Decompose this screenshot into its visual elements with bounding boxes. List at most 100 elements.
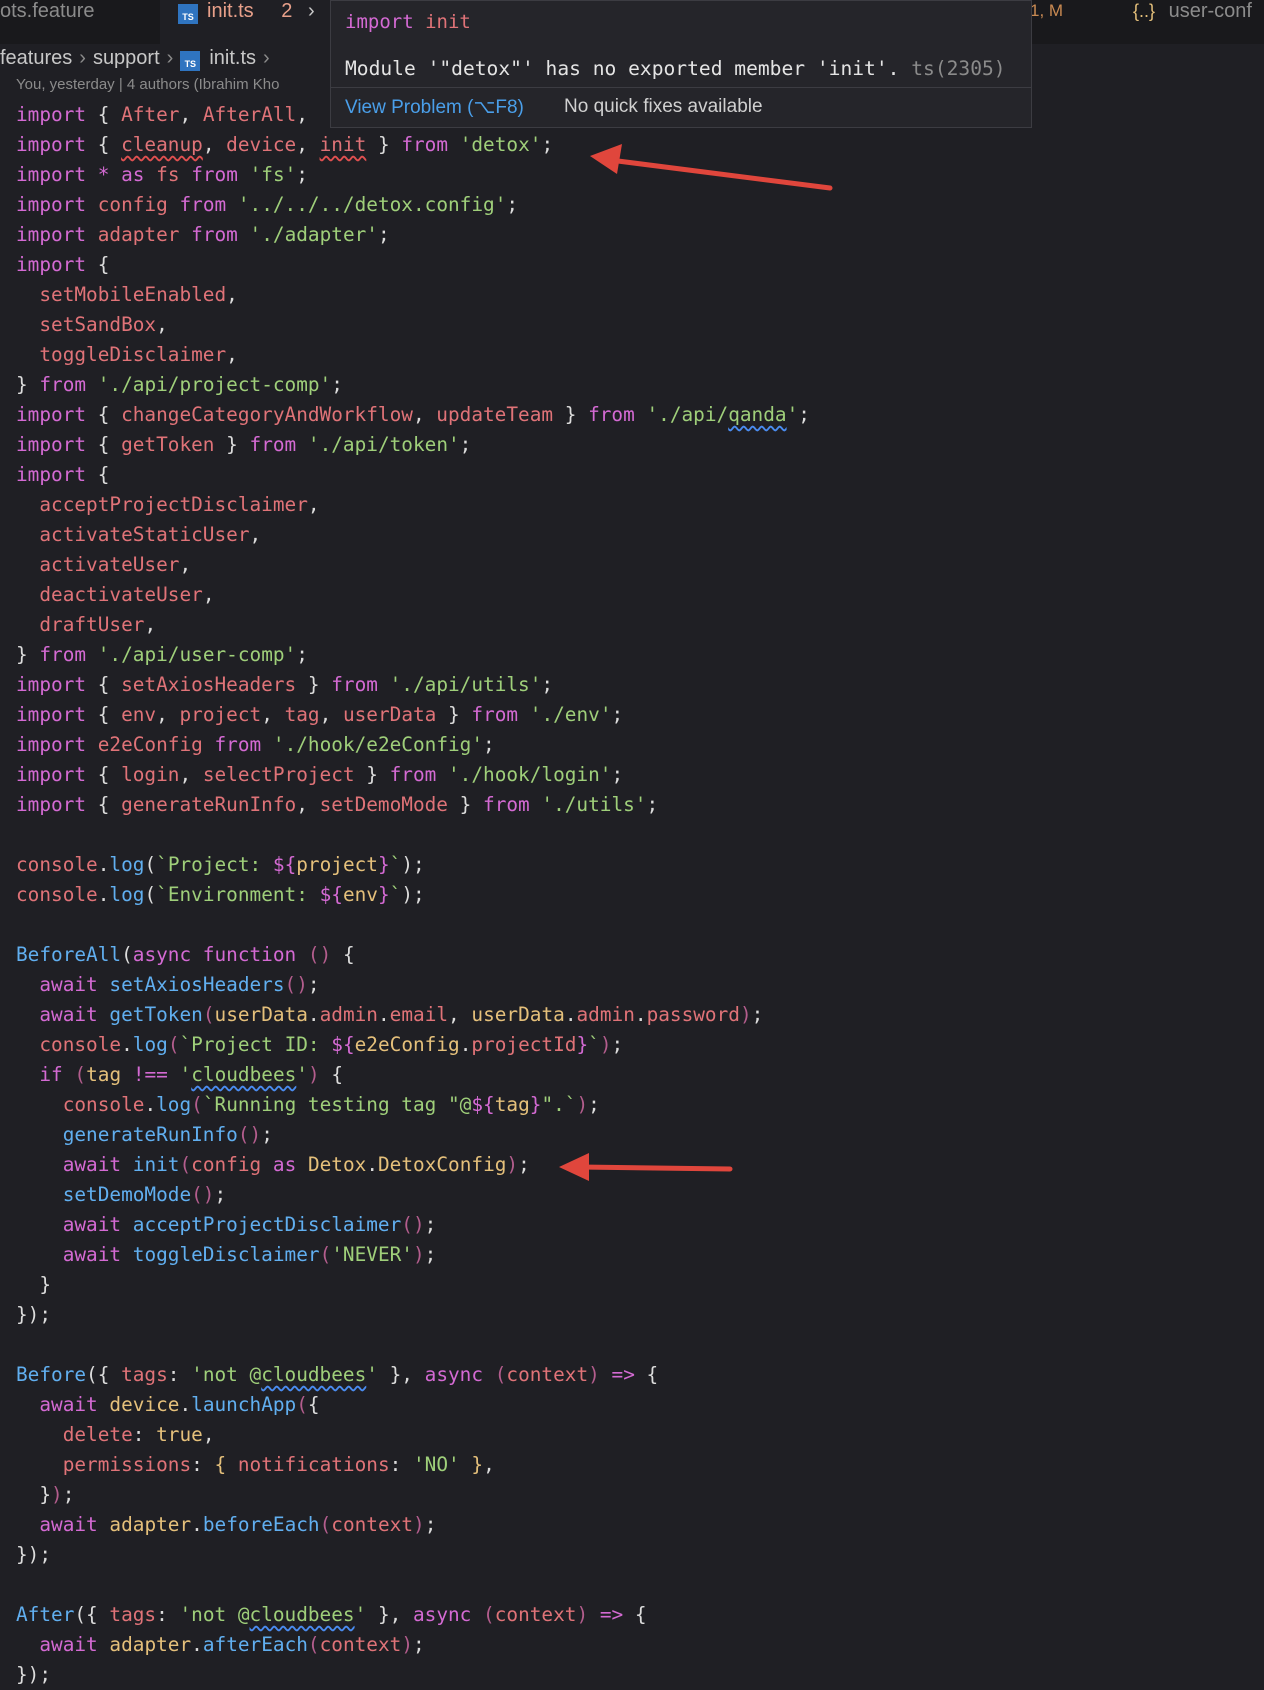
punctuation-token: . — [459, 1033, 472, 1056]
punctuation-token — [16, 313, 39, 336]
punctuation-token — [471, 1603, 483, 1626]
code-line[interactable]: await init(config as Detox.DetoxConfig); — [16, 1150, 810, 1180]
error-code[interactable]: ts(2305) — [911, 57, 1005, 80]
punctuation-token: ( — [144, 853, 157, 876]
identifier-token: permissions — [62, 1453, 192, 1476]
code-line[interactable]: import { changeCategoryAndWorkflow, upda… — [16, 400, 810, 430]
breadcrumb-item-features[interactable]: features — [0, 47, 72, 69]
code-line[interactable]: import adapter from './adapter'; — [16, 220, 810, 250]
tab-status-indicator[interactable]: 1, M — [1030, 0, 1070, 44]
punctuation-token: } — [16, 643, 40, 666]
code-line[interactable]: setMobileEnabled, — [16, 280, 810, 310]
code-line[interactable]: console.log(`Project ID: ${e2eConfig.pro… — [16, 1030, 810, 1060]
punctuation-token — [261, 1153, 273, 1176]
breadcrumb-item-init-ts[interactable]: init.ts — [209, 47, 256, 69]
keyword-token: import — [16, 793, 87, 816]
punctuation-token: }); — [16, 1303, 52, 1326]
code-line[interactable]: }); — [16, 1660, 810, 1690]
code-line[interactable]: await adapter.afterEach(context); — [16, 1630, 810, 1660]
punctuation-token: , — [156, 313, 168, 336]
bracket-token: ) — [307, 1063, 320, 1086]
code-line[interactable]: activateUser, — [16, 550, 810, 580]
code-line[interactable]: import { cleanup, device, init } from 'd… — [16, 130, 810, 160]
code-line[interactable]: await acceptProjectDisclaimer(); — [16, 1210, 810, 1240]
tab-init-ts[interactable]: TS init.ts 2 › — [160, 0, 330, 44]
code-line[interactable] — [16, 820, 810, 850]
punctuation-token: , — [296, 103, 308, 126]
code-line[interactable]: setSandBox, — [16, 310, 810, 340]
code-line[interactable]: console.log(`Environment: ${env}`); — [16, 880, 810, 910]
bracket-token: ) — [51, 1483, 63, 1506]
code-line[interactable] — [16, 910, 810, 940]
code-line[interactable]: await getToken(userData.admin.email, use… — [16, 1000, 810, 1030]
punctuation-token — [436, 763, 448, 786]
code-line[interactable]: import * as fs from 'fs'; — [16, 160, 810, 190]
code-line[interactable]: activateStaticUser, — [16, 520, 810, 550]
code-line[interactable]: console.log(`Running testing tag "@${tag… — [16, 1090, 810, 1120]
punctuation-token — [16, 343, 39, 366]
code-line[interactable]: if (tag !== 'cloudbees') { — [16, 1060, 810, 1090]
code-line[interactable]: setDemoMode(); — [16, 1180, 810, 1210]
punctuation-token: }, — [366, 1603, 413, 1626]
code-line[interactable]: deactivateUser, — [16, 580, 810, 610]
code-line[interactable]: } — [16, 1270, 810, 1300]
punctuation-token: : — [389, 1453, 413, 1476]
punctuation-token — [238, 223, 250, 246]
code-line[interactable]: import config from '../../../detox.confi… — [16, 190, 810, 220]
code-line[interactable]: After({ tags: 'not @cloudbees' }, async … — [16, 1600, 810, 1630]
code-line[interactable]: import { setAxiosHeaders } from './api/u… — [16, 670, 810, 700]
punctuation-token: : — [191, 1453, 215, 1476]
keyword-token: import — [16, 133, 87, 156]
view-problem-link[interactable]: View Problem (⌥F8) — [345, 96, 524, 119]
git-blame-codelens[interactable]: You, yesterday | 4 authors (Ibrahim Kho — [16, 76, 330, 93]
code-line[interactable]: }); — [16, 1540, 810, 1570]
function-token: generateRunInfo — [62, 1123, 238, 1146]
code-line[interactable]: permissions: { notifications: 'NO' }, — [16, 1450, 810, 1480]
identifier-token: context — [506, 1363, 589, 1386]
code-line[interactable]: }); — [16, 1480, 810, 1510]
code-line[interactable]: import { generateRunInfo, setDemoMode } … — [16, 790, 810, 820]
code-line[interactable] — [16, 1570, 810, 1600]
code-line[interactable] — [16, 1330, 810, 1360]
code-line[interactable]: } from './api/user-comp'; — [16, 640, 810, 670]
punctuation-token: , — [226, 283, 238, 306]
code-line[interactable]: import { getToken } from './api/token'; — [16, 430, 810, 460]
code-line[interactable]: Before({ tags: 'not @cloudbees' }, async… — [16, 1360, 810, 1390]
code-line[interactable]: }); — [16, 1300, 810, 1330]
code-line[interactable]: generateRunInfo(); — [16, 1120, 810, 1150]
code-line[interactable]: await toggleDisclaimer('NEVER'); — [16, 1240, 810, 1270]
code-line[interactable]: import { — [16, 250, 810, 280]
code-line[interactable]: } from './api/project-comp'; — [16, 370, 810, 400]
keyword-token: import — [16, 403, 87, 426]
code-line[interactable]: import { — [16, 460, 810, 490]
keyword-token: import — [16, 163, 87, 186]
punctuation-token — [98, 1003, 110, 1026]
punctuation-token: : — [132, 1423, 157, 1446]
punctuation-token: } — [366, 133, 402, 156]
code-line[interactable]: BeforeAll(async function () { — [16, 940, 810, 970]
code-line[interactable]: import { env, project, tag, userData } f… — [16, 700, 810, 730]
code-line[interactable]: console.log(`Project: ${project}`); — [16, 850, 810, 880]
keyword-token: async — [412, 1603, 472, 1626]
code-line[interactable]: draftUser, — [16, 610, 810, 640]
keyword-token: from — [471, 703, 519, 726]
punctuation-token: ); — [401, 883, 425, 906]
punctuation-token: , — [261, 703, 285, 726]
identifier-token: activateStaticUser — [39, 523, 250, 546]
code-line[interactable]: import e2eConfig from './hook/e2eConfig'… — [16, 730, 810, 760]
tab-user-conf[interactable]: {..} user-conf — [1133, 0, 1264, 44]
type-token: tag — [494, 1093, 530, 1116]
code-line[interactable]: acceptProjectDisclaimer, — [16, 490, 810, 520]
code-line[interactable]: delete: true, — [16, 1420, 810, 1450]
code-line[interactable]: await adapter.beforeEach(context); — [16, 1510, 810, 1540]
tab-ots-feature[interactable]: ots.feature — [0, 0, 150, 44]
punctuation-token — [203, 733, 215, 756]
code-editor[interactable]: import { After, AfterAll, import { cleanu… — [16, 100, 810, 1690]
type-token: e2eConfig — [354, 1033, 460, 1056]
code-line[interactable]: await device.launchApp({ — [16, 1390, 810, 1420]
code-line[interactable]: import { login, selectProject } from './… — [16, 760, 810, 790]
code-line[interactable]: await setAxiosHeaders(); — [16, 970, 810, 1000]
punctuation-token: , — [179, 763, 203, 786]
breadcrumb-item-support[interactable]: support — [93, 47, 160, 69]
code-line[interactable]: toggleDisclaimer, — [16, 340, 810, 370]
